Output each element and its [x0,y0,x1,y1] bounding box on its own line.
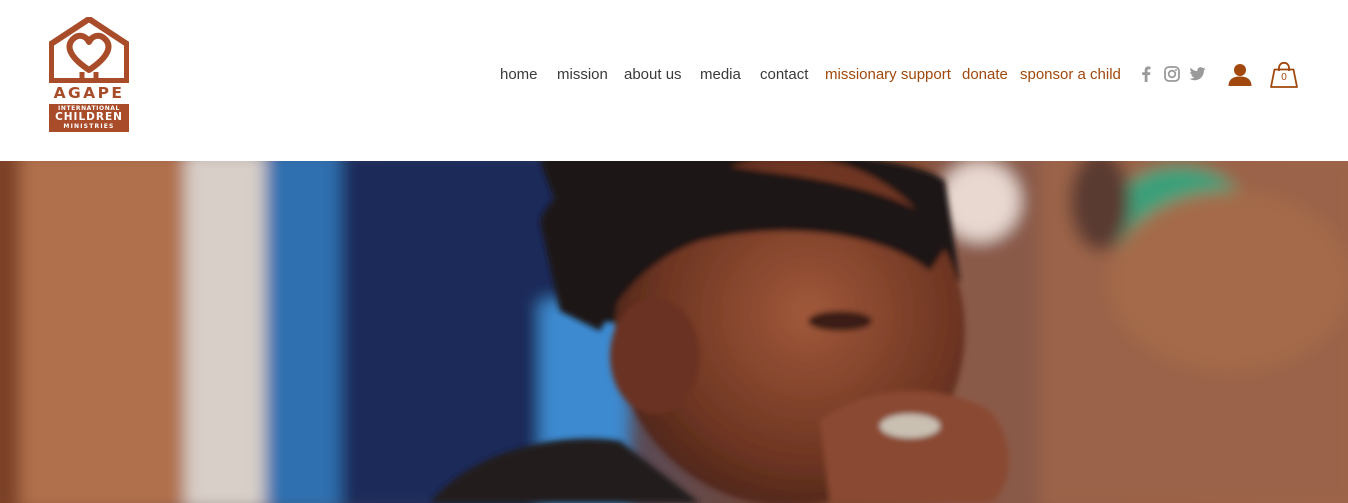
nav-contact[interactable]: contact [760,64,808,86]
hero-image [0,161,1348,503]
nav-mission[interactable]: mission [557,64,608,86]
cart-count: 0 [1281,72,1287,83]
user-icon[interactable] [1227,62,1253,88]
agape-logo[interactable]: AGAPE INTERNATIONAL CHILDREN MINISTRIES [49,17,129,133]
nav-sponsor-a-child[interactable]: sponsor a child [1020,64,1121,86]
instagram-icon[interactable] [1163,64,1181,84]
nav-home[interactable]: home [500,64,538,86]
hero-photo [0,161,1348,503]
nav-missionary-support[interactable]: missionary support [825,64,951,86]
nav-about-us[interactable]: about us [624,64,682,86]
logo-line-ministries: MINISTRIES [63,123,115,130]
facebook-icon[interactable] [1137,64,1155,84]
twitter-icon[interactable] [1188,64,1206,84]
nav-media[interactable]: media [700,64,741,86]
shopping-bag-button[interactable]: 0 [1269,61,1299,89]
nav-donate[interactable]: donate [962,64,1008,86]
logo-wordmark: AGAPE [53,84,125,102]
logo-line-children: CHILDREN [55,111,123,123]
house-heart-icon [49,17,129,83]
site-header: AGAPE INTERNATIONAL CHILDREN MINISTRIES … [0,0,1348,161]
logo-subtitle-box: INTERNATIONAL CHILDREN MINISTRIES [49,104,129,132]
